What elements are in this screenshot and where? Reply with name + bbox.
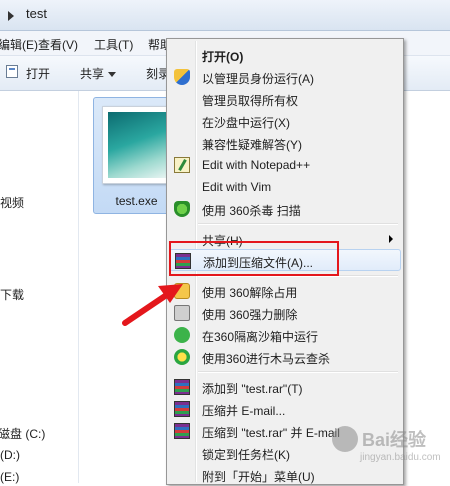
annotation-arrow-icon [122,284,183,326]
watermark-url: jingyan.baidu.com [360,452,441,463]
paw-icon [332,426,358,452]
watermark-text: Bai经验 [362,430,427,450]
watermark-logo: Bai经验 jingyan.baidu.com [330,420,445,470]
